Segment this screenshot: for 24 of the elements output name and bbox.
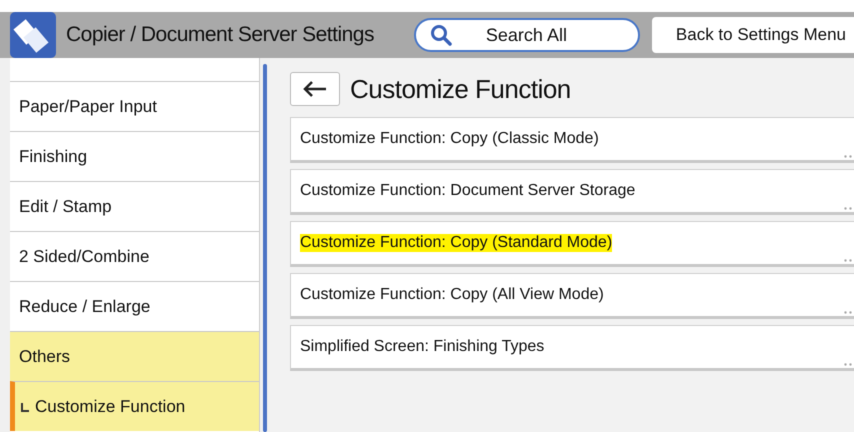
sidebar-item[interactable]: Others — [10, 331, 259, 381]
sidebar-item[interactable]: Paper/Paper Input — [10, 81, 259, 131]
function-list-item[interactable]: Simplified Screen: Finishing Types — [290, 325, 854, 371]
search-icon — [430, 24, 452, 46]
back-to-settings-button[interactable]: Back to Settings Menu — [652, 17, 854, 53]
left-arrow-icon — [302, 80, 328, 98]
function-list-item[interactable]: Customize Function: Document Server Storage — [290, 169, 854, 215]
sidebar-item[interactable]: Finishing — [10, 131, 259, 181]
more-icon — [844, 363, 852, 366]
function-list-item[interactable]: Customize Function: Copy (Standard Mode) — [290, 221, 854, 267]
more-icon — [844, 207, 852, 210]
branch-icon — [20, 400, 30, 412]
function-list-item[interactable]: Customize Function: Copy (Classic Mode) — [290, 117, 854, 163]
sidebar-item[interactable]: 2 Sided/Combine — [10, 231, 259, 281]
sidebar-item[interactable]: Edit / Stamp — [10, 181, 259, 231]
sidebar-item[interactable]: Customize Function — [10, 381, 259, 431]
more-icon — [844, 311, 852, 314]
more-icon — [844, 259, 852, 262]
page-title: Customize Function — [350, 74, 571, 104]
more-icon — [844, 155, 852, 158]
window-title: Copier / Document Server Settings — [66, 23, 375, 47]
search-all-button[interactable]: Search All — [414, 18, 640, 52]
function-list-item[interactable]: Customize Function: Copy (All View Mode) — [290, 273, 854, 319]
back-button[interactable] — [290, 72, 340, 106]
